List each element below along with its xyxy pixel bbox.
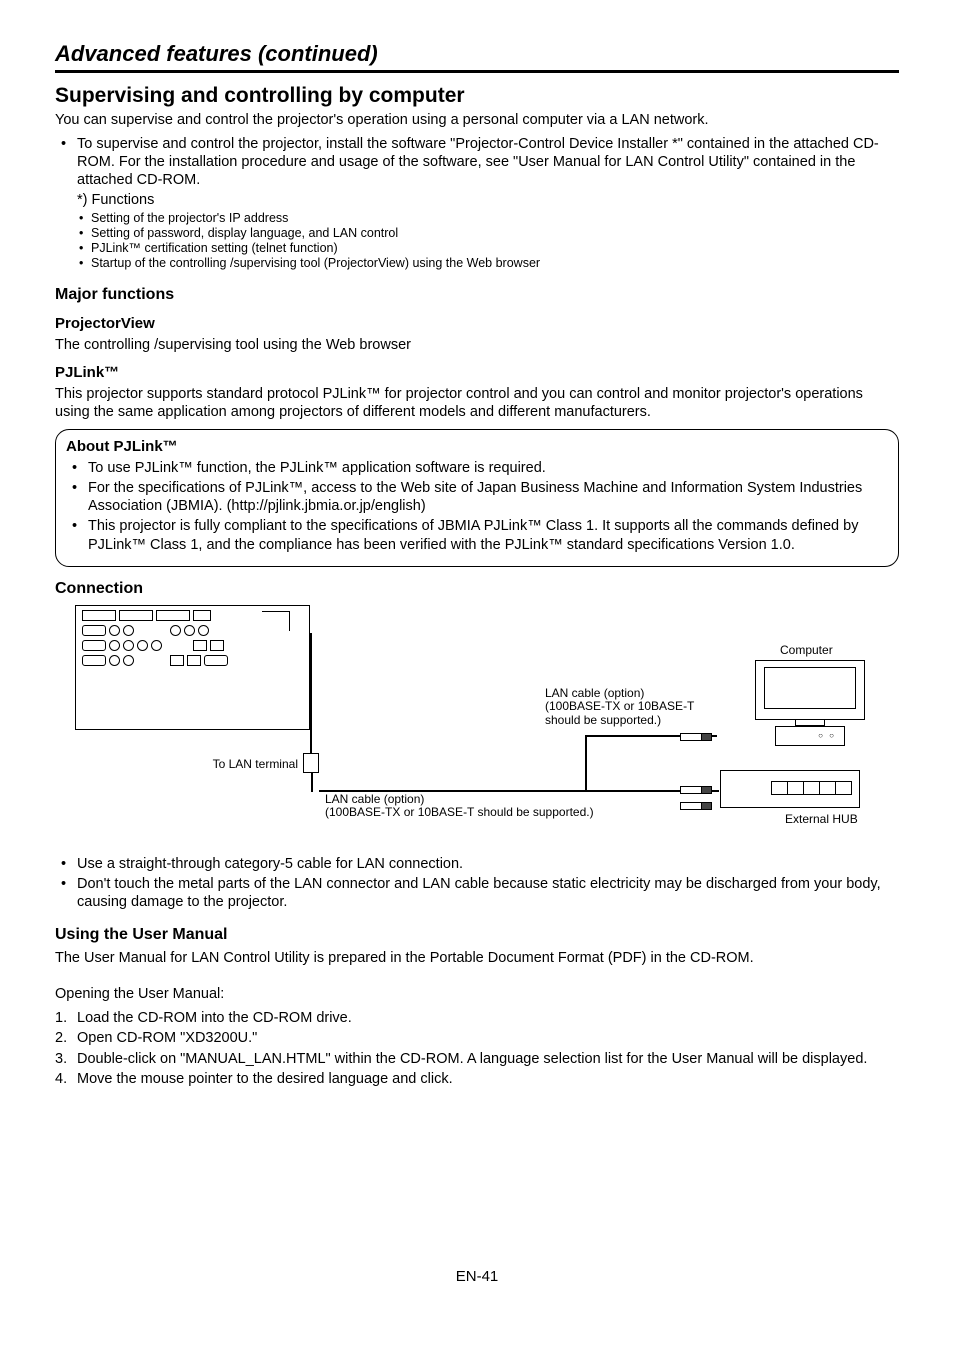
func-a: Setting of the projector's IP address: [77, 211, 899, 226]
cable2-a: LAN cable (option): [545, 686, 644, 700]
page-title: Advanced features (continued): [55, 40, 899, 68]
connection-title: Connection: [55, 579, 899, 599]
power-cord-icon: [262, 611, 290, 631]
projectorview-title: ProjectorView: [55, 315, 899, 334]
projectorview-text: The controlling /supervising tool using …: [55, 336, 899, 354]
external-hub-icon: [720, 770, 860, 808]
major-functions-title: Major functions: [55, 285, 899, 305]
cable2-b: (100BASE-TX or 10BASE-T should be suppor…: [545, 699, 694, 727]
func-b: Setting of password, display language, a…: [77, 226, 899, 241]
about-b1: To use PJLink™ function, the PJLink™ app…: [66, 459, 888, 477]
pjlink-text: This projector supports standard protoco…: [55, 385, 899, 421]
step-1: Load the CD-ROM into the CD-ROM drive.: [55, 1009, 899, 1027]
step-4: Move the mouse pointer to the desired la…: [55, 1070, 899, 1088]
computer-icon: ○ ○: [755, 660, 865, 745]
computer-label: Computer: [780, 643, 833, 658]
rj45-plug-icon: [680, 802, 716, 810]
connection-diagram: To LAN terminal LAN cable (option) (100B…: [55, 605, 875, 845]
rj45-plug-icon: [680, 786, 716, 794]
opening-label: Opening the User Manual:: [55, 985, 899, 1003]
cable1-b: (100BASE-TX or 10BASE-T should be suppor…: [325, 805, 594, 819]
func-c: PJLink™ certification setting (telnet fu…: [77, 241, 899, 256]
supervise-intro: You can supervise and control the projec…: [55, 111, 899, 129]
step-3: Double-click on "MANUAL_LAN.HTML" within…: [55, 1050, 899, 1068]
functions-label: *) Functions: [55, 191, 899, 209]
about-pjlink-box: About PJLink™ To use PJLink™ function, t…: [55, 429, 899, 566]
cable-line: [310, 633, 312, 753]
pjlink-title: PJLink™: [55, 364, 899, 383]
cable-line: [311, 773, 313, 792]
connection-note-1: Use a straight-through category-5 cable …: [55, 855, 899, 873]
lan-terminal-label: To LAN terminal: [190, 757, 298, 772]
about-pjlink-title: About PJLink™: [66, 438, 888, 457]
using-manual-title: Using the User Manual: [55, 925, 899, 945]
about-b2: For the specifications of PJLink™, acces…: [66, 479, 888, 515]
about-b3: This projector is fully compliant to the…: [66, 517, 888, 553]
connection-note-2: Don't touch the metal parts of the LAN c…: [55, 875, 899, 911]
external-hub-label: External HUB: [785, 812, 858, 827]
section-title-supervise: Supervising and controlling by computer: [55, 83, 899, 109]
title-rule: [55, 70, 899, 73]
cable1-a: LAN cable (option): [325, 792, 424, 806]
page-number: EN-41: [55, 1268, 899, 1287]
func-d: Startup of the controlling /supervising …: [77, 256, 899, 271]
manual-intro: The User Manual for LAN Control Utility …: [55, 949, 899, 967]
rj45-plug-icon: [680, 733, 716, 741]
cable-line: [585, 735, 587, 792]
cable1-label: LAN cable (option) (100BASE-TX or 10BASE…: [325, 793, 725, 821]
cable2-label: LAN cable (option) (100BASE-TX or 10BASE…: [545, 687, 705, 728]
step-2: Open CD-ROM "XD3200U.": [55, 1029, 899, 1047]
supervise-bullet-1: To supervise and control the projector, …: [55, 135, 899, 189]
lan-connector-icon: [303, 753, 319, 773]
